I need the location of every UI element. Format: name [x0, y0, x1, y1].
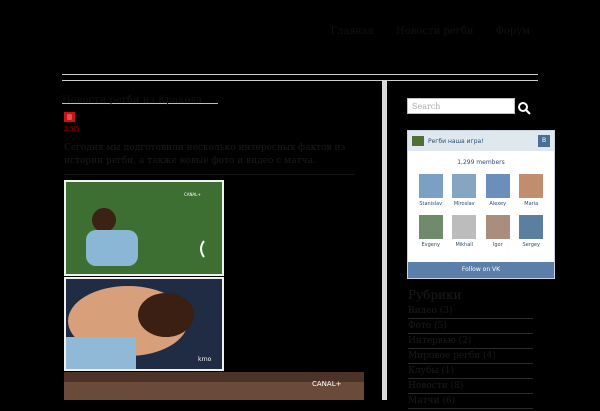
category-item[interactable]: Матчи (6) [408, 396, 533, 409]
photo-player-thinking: CANAL+ [66, 182, 222, 274]
vk-member[interactable]: Stanislav [414, 174, 448, 207]
vk-member-name: Mikhail [455, 242, 474, 248]
category-line [408, 408, 533, 409]
avatar [452, 174, 477, 198]
post-photo-3[interactable]: CANAL+ [64, 372, 364, 400]
avatar [485, 174, 510, 198]
vk-member[interactable]: Miroslav [448, 174, 482, 207]
vk-member-name: Miroslav [453, 201, 475, 207]
flag-icon [64, 112, 75, 122]
avatar [418, 174, 443, 198]
category-label: Интервью (2) [408, 336, 472, 346]
vk-widget: Регби наша игра! В 1,299 members Stanisl… [407, 130, 555, 279]
vk-member-name: Sergey [522, 242, 540, 248]
avatar [452, 215, 477, 239]
post-photo-1[interactable]: CANAL+ [64, 180, 224, 276]
svg-text:CANAL+: CANAL+ [312, 380, 342, 388]
top-divider [62, 74, 538, 75]
column-separator [382, 80, 387, 400]
vk-member[interactable]: Alexey [481, 174, 515, 207]
category-line [408, 318, 533, 319]
category-line [408, 393, 533, 394]
post-intro: Сегодня мы подготовили несколько интерес… [64, 142, 354, 181]
post-photo-2[interactable]: krno [64, 277, 224, 371]
category-item[interactable]: Интервью (2) [408, 336, 533, 349]
category-line [408, 363, 533, 364]
vk-header: Регби наша игра! В [408, 131, 554, 151]
nav-item-forum[interactable]: Форум [496, 26, 530, 37]
category-label: Фото (5) [408, 321, 447, 331]
category-item[interactable]: Фото (5) [408, 321, 533, 334]
vk-member-name: Evgeny [421, 242, 441, 248]
post-title[interactable]: Новости регби из Кракова [62, 95, 218, 106]
vk-title[interactable]: Регби наша игра! [428, 138, 538, 145]
categories-title: Рубрики [408, 288, 462, 302]
vk-follow-button[interactable]: Follow on VK [408, 262, 554, 278]
category-label: Мировое регби (4) [408, 351, 496, 361]
vk-member[interactable]: Evgeny [414, 215, 448, 248]
category-item[interactable]: Видео (3) [408, 306, 533, 319]
categories-list: Видео (3) Фото (5) Интервью (2) Мировое … [408, 306, 533, 411]
vk-member-name: Igor [492, 242, 503, 248]
avatar [418, 215, 443, 239]
vk-logo-icon: В [538, 135, 550, 147]
vk-member-name: Stanislav [419, 201, 443, 207]
nav-item-home[interactable]: Главная [330, 26, 374, 37]
avatar [519, 215, 544, 239]
category-item[interactable]: Мировое регби (4) [408, 351, 533, 364]
search-icon[interactable] [517, 100, 531, 115]
rating-text: 2.5/5 [64, 126, 80, 133]
vk-member-name: Maria [524, 201, 539, 207]
intro-line [64, 174, 354, 175]
vk-member[interactable]: Igor [481, 215, 515, 248]
top-nav: Главная Новости регби Форум [330, 26, 530, 37]
category-label: Клубы (1) [408, 366, 455, 376]
vk-member[interactable]: Sergey [515, 215, 549, 248]
vk-member[interactable]: Mikhail [448, 215, 482, 248]
top-divider-2 [62, 80, 538, 81]
post-intro-text: Сегодня мы подготовили несколько интерес… [64, 143, 346, 166]
group-icon [412, 136, 424, 146]
category-line [408, 348, 533, 349]
vk-members-count: 1,299 members [457, 159, 505, 166]
vk-members-grid: Stanislav Miroslav Alexey Maria Evgeny M… [408, 166, 554, 248]
avatar [485, 215, 510, 239]
photo-closeup: CANAL+ [64, 372, 364, 400]
nav-item-news[interactable]: Новости регби [396, 26, 474, 37]
avatar [519, 174, 544, 198]
svg-text:CANAL+: CANAL+ [184, 192, 201, 197]
category-line [408, 378, 533, 379]
category-item[interactable]: Клубы (1) [408, 366, 533, 379]
category-line [408, 333, 533, 334]
vk-member[interactable]: Maria [515, 174, 549, 207]
svg-text:krno: krno [198, 356, 212, 363]
category-label: Новости (8) [408, 381, 464, 391]
photo-player-face-in-hands: krno [66, 279, 222, 369]
category-item[interactable]: Новости (8) [408, 381, 533, 394]
vk-member-name: Alexey [489, 201, 507, 207]
category-label: Видео (3) [408, 306, 453, 316]
category-label: Матчи (6) [408, 396, 456, 406]
search-input[interactable]: Search [407, 98, 515, 114]
